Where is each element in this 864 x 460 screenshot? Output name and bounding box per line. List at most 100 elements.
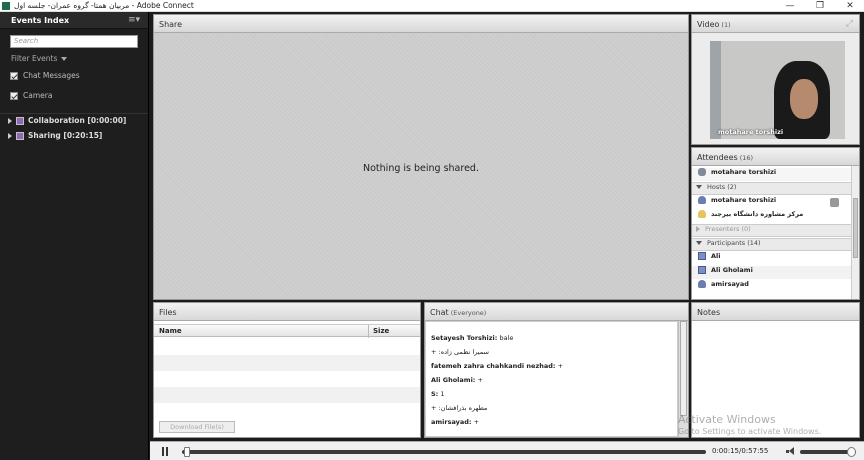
volume-handle[interactable] [847, 447, 856, 457]
filter-events-label: Filter Events [11, 54, 58, 63]
share-content-area: Nothing is being shared. [154, 33, 688, 299]
video-count: (1) [721, 21, 731, 29]
adobe-connect-app-icon [2, 2, 10, 10]
files-pod-header: Files [154, 303, 420, 321]
chat-text: + [477, 376, 483, 384]
volume-slider[interactable] [800, 447, 856, 457]
files-table-header: Name Size [154, 324, 420, 338]
share-pod-title: Share [159, 20, 183, 29]
chat-messages-area: Setayesh Torshizi: bale + :سمیرا نظمی زا… [425, 321, 678, 437]
chat-text: 1 [440, 390, 445, 398]
group-label: Participants (14) [707, 239, 761, 247]
notes-pod-title: Notes [697, 308, 721, 317]
chat-title-text: Chat [430, 308, 449, 317]
name-column-header[interactable]: Name [159, 327, 182, 335]
attendee-name: مرکز مشاوره دانشگاه بیرجند [711, 210, 804, 218]
pod-layout-icon [16, 117, 24, 125]
events-menu-icon[interactable]: ≡▾ [128, 15, 140, 25]
size-column-header[interactable]: Size [373, 327, 389, 335]
attendee-name: amirsayad [711, 280, 749, 288]
divider [0, 113, 148, 114]
fullscreen-icon[interactable]: ⤢ [846, 19, 853, 29]
chat-pod-title: Chat (Everyone) [430, 308, 486, 317]
attendees-title-text: Attendees [697, 153, 738, 162]
participant-icon [698, 252, 706, 260]
camera-feed: motahare torshizi [710, 41, 845, 139]
volume-icon[interactable] [786, 447, 796, 456]
chat-messages-checkbox[interactable]: Chat Messages [10, 71, 80, 81]
attendee-row[interactable]: Ali Gholami [692, 266, 851, 279]
column-divider [368, 325, 369, 338]
table-row [154, 387, 420, 403]
playback-bar: 0:00:15/0:57:55 [150, 441, 864, 460]
chat-sender: Setayesh Torshizi: [431, 334, 498, 342]
collapse-arrow-icon [696, 241, 702, 245]
microphone-icon [830, 198, 839, 207]
minimize-button[interactable]: — [776, 0, 804, 12]
attendees-list: motahare torshizi Hosts (2) motahare tor… [692, 166, 859, 299]
video-pod: Video (1) ⤢ motahare torshizi [691, 14, 860, 145]
table-row [154, 355, 420, 371]
attendee-name: Ali Gholami [711, 266, 753, 274]
close-button[interactable]: ✕ [836, 0, 864, 12]
search-input[interactable]: Search [10, 35, 138, 48]
attendee-row[interactable]: Ali [692, 252, 851, 265]
presenters-group[interactable]: Presenters (0) [692, 224, 851, 237]
checkbox-checked-icon [10, 72, 18, 80]
group-label: Hosts (2) [707, 183, 737, 191]
attendees-count: (16) [739, 154, 754, 162]
event-label: Collaboration [0:00:00] [28, 116, 127, 125]
chat-text: + :مطهره بذرافشان [431, 404, 488, 412]
window-title: مربیان همتا- گروه عمران- جلسه اول - Adob… [14, 1, 194, 10]
expand-arrow-icon [696, 226, 700, 232]
expand-arrow-icon [8, 118, 12, 124]
phone-icon [698, 168, 706, 176]
attendee-name: motahare torshizi [711, 168, 777, 176]
events-index-title: Events Index [11, 16, 70, 25]
phone-attendee-row[interactable]: motahare torshizi [692, 168, 851, 181]
expand-arrow-icon [8, 133, 12, 139]
chat-sender: fatemeh zahra chahkandi nezhad: [431, 362, 556, 370]
maximize-button[interactable]: ❐ [806, 0, 834, 12]
scrollbar-thumb[interactable] [853, 198, 858, 258]
events-index-panel: Events Index ≡▾ Search Filter Events Cha… [0, 12, 149, 460]
camera-checkbox[interactable]: Camera [10, 91, 52, 101]
host-icon [698, 196, 706, 204]
attendees-pod: Attendees (16) motahare torshizi Hosts (2… [691, 147, 860, 300]
download-files-button[interactable]: Download File(s) [159, 421, 235, 433]
chat-text: bale [499, 334, 514, 342]
attendee-row[interactable]: motahare torshizi [692, 196, 851, 209]
share-pod-header: Share [154, 15, 688, 33]
chat-pod-header: Chat (Everyone) [425, 303, 688, 321]
chat-scope: (Everyone) [450, 309, 487, 317]
camera-name-label: motahare torshizi [718, 128, 784, 136]
host-warning-icon [698, 210, 706, 218]
table-row [154, 371, 420, 387]
attendee-name: Ali [711, 252, 721, 260]
table-row [154, 403, 420, 419]
nothing-shared-message: Nothing is being shared. [363, 163, 479, 174]
hosts-group[interactable]: Hosts (2) [692, 182, 851, 195]
attendee-row[interactable]: مرکز مشاوره دانشگاه بیرجند [692, 210, 851, 223]
event-label: Sharing [0:20:15] [28, 131, 103, 140]
chat-text: + [557, 362, 564, 370]
chat-sender: amirsayad: [431, 418, 472, 426]
chevron-down-icon [61, 57, 68, 61]
chat-message: fatemeh zahra chahkandi nezhad: + [431, 362, 563, 370]
scrollbar-thumb[interactable] [680, 321, 687, 416]
playback-scrubber[interactable] [182, 447, 706, 457]
group-label: Presenters (0) [705, 225, 751, 233]
files-table: Name Size Download File(s) [154, 321, 420, 437]
filter-events-dropdown[interactable]: Filter Events [11, 54, 68, 63]
scrubber-handle[interactable] [184, 447, 190, 457]
playback-time: 0:00:15/0:57:55 [712, 447, 769, 455]
chat-sender: Ali Gholami: [431, 376, 476, 384]
share-pod: Share Nothing is being shared. [153, 14, 689, 300]
pause-icon[interactable] [161, 447, 169, 456]
attendee-row[interactable]: amirsayad [692, 280, 851, 293]
event-collaboration[interactable]: Collaboration [0:00:00] [8, 116, 126, 127]
files-pod: Files Name Size Download File(s) [153, 302, 421, 438]
participants-group[interactable]: Participants (14) [692, 238, 851, 251]
attendees-scrollbar[interactable] [851, 166, 859, 299]
event-sharing[interactable]: Sharing [0:20:15] [8, 131, 102, 142]
